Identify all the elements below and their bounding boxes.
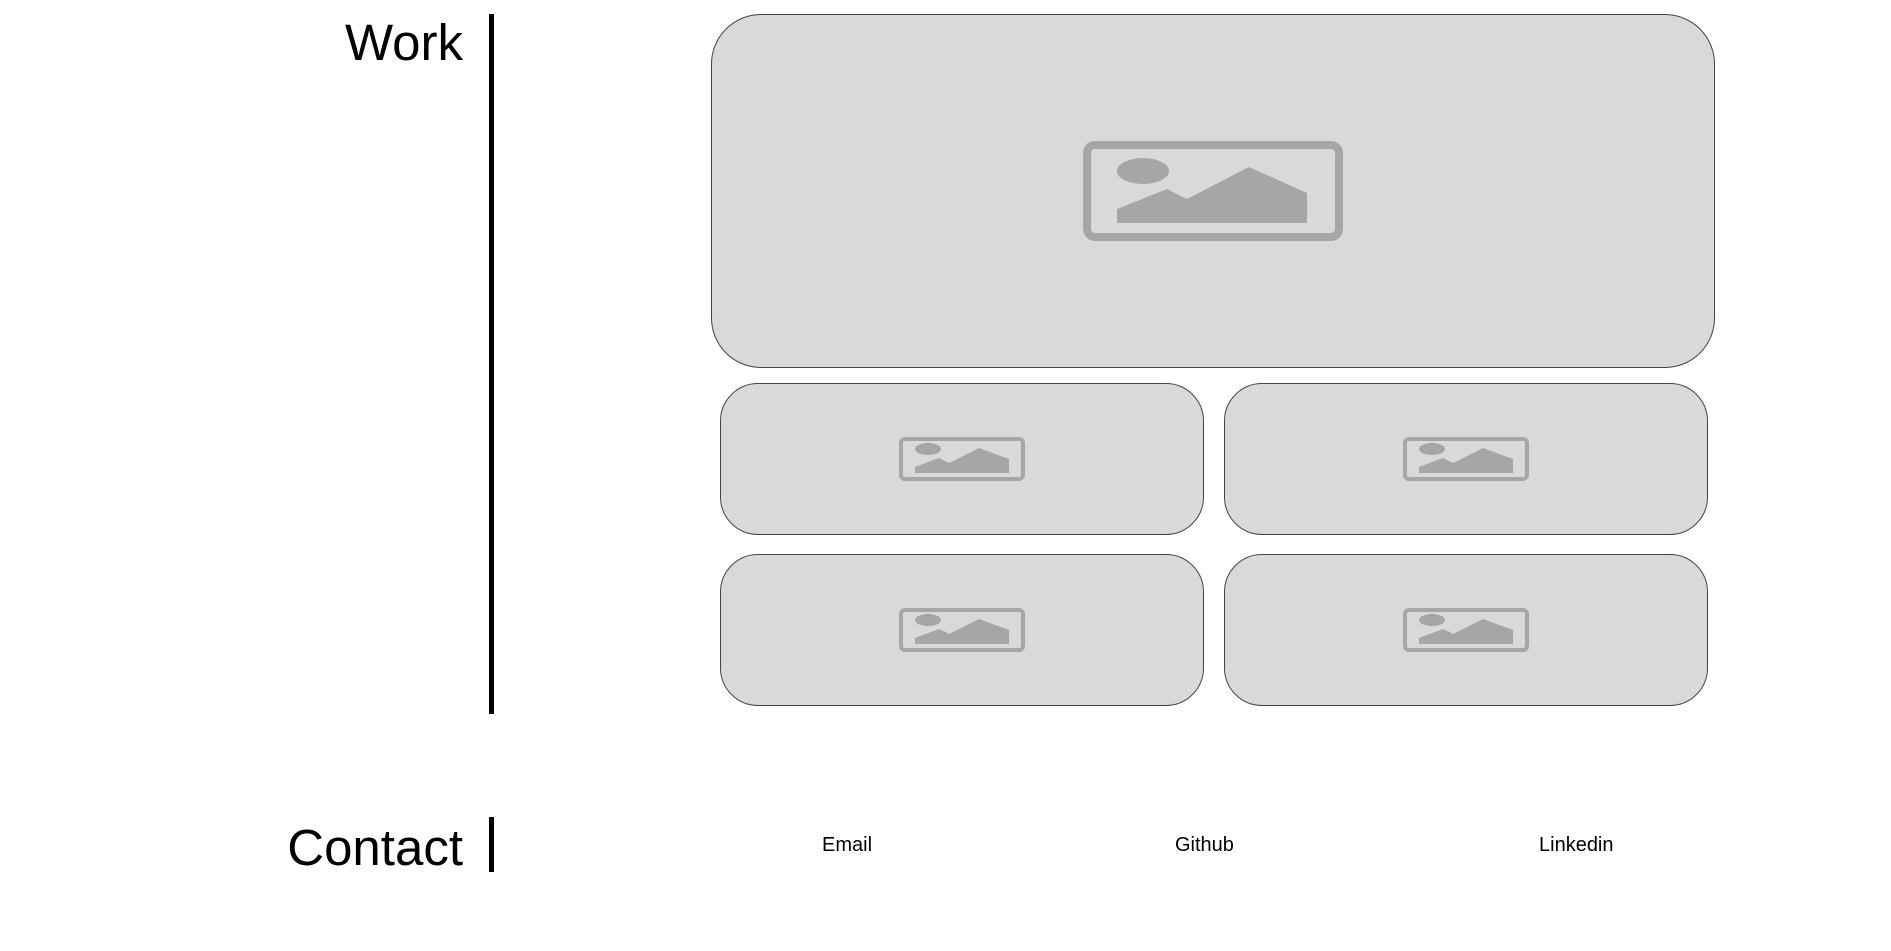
image-placeholder-icon (1403, 437, 1529, 481)
project-card-2[interactable] (1224, 383, 1708, 535)
project-card-featured[interactable] (711, 14, 1715, 368)
email-link[interactable]: Email (822, 834, 872, 857)
linkedin-link[interactable]: Linkedin (1539, 834, 1614, 857)
contact-divider (489, 817, 494, 872)
github-link[interactable]: Github (1175, 834, 1234, 857)
contact-title: Contact (287, 819, 463, 876)
work-divider (489, 14, 494, 714)
project-card-1[interactable] (720, 383, 1204, 535)
image-placeholder-icon (1083, 141, 1343, 241)
work-title: Work (344, 14, 463, 71)
project-card-3[interactable] (720, 554, 1204, 706)
image-placeholder-icon (899, 437, 1025, 481)
image-placeholder-icon (899, 608, 1025, 652)
project-card-4[interactable] (1224, 554, 1708, 706)
image-placeholder-icon (1403, 608, 1529, 652)
